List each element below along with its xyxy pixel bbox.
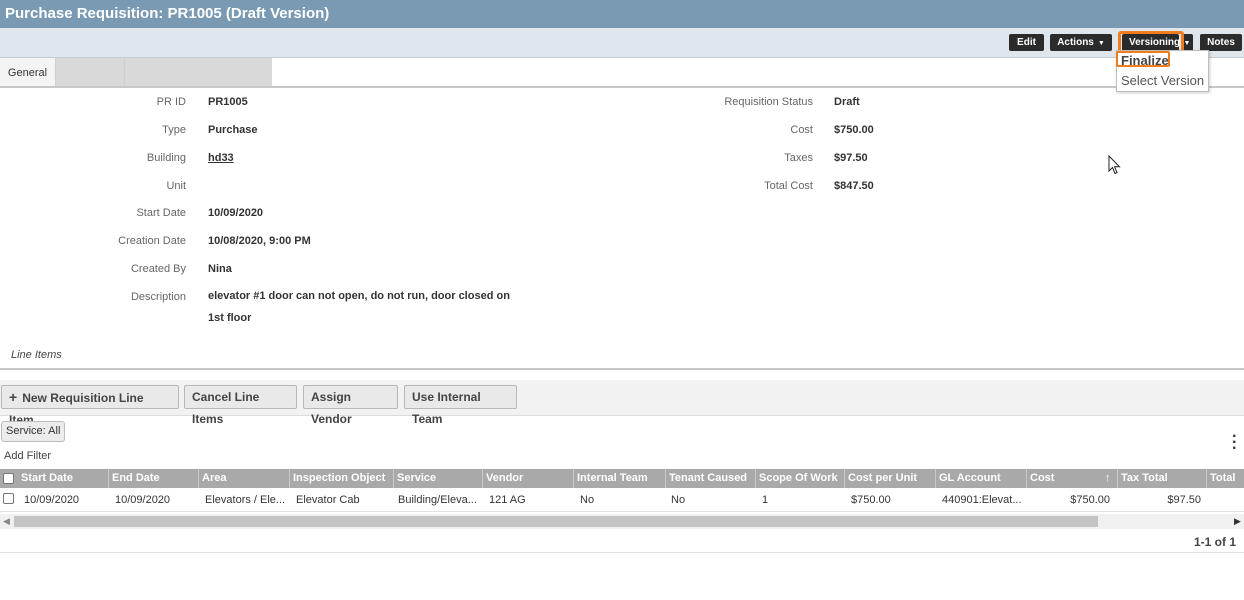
building-link[interactable]: hd33 (208, 152, 234, 164)
label-building: Building (146, 152, 186, 164)
value-start-date: 10/09/2020 (208, 207, 264, 219)
label-description: Description (130, 291, 186, 303)
value-created-by: Nina (208, 263, 232, 275)
label-requisition-status: Requisition Status (724, 96, 813, 108)
label-cost: Cost (790, 124, 813, 136)
table-row[interactable]: 10/09/2020 10/09/2020 Elevators / Ele...… (0, 488, 1244, 512)
value-description-line2: 1st floor (208, 312, 252, 324)
value-creation-date: 10/08/2020, 9:00 PM (208, 235, 311, 247)
scroll-left-icon[interactable]: ◀ (3, 514, 10, 529)
menu-item-select-version[interactable]: Select Version (1121, 73, 1204, 88)
label-created-by: Created By (130, 263, 186, 275)
caret-down-icon: ▼ (1183, 40, 1191, 47)
col-scope-of-work[interactable]: Scope Of Work (755, 469, 844, 488)
new-requisition-line-item-button[interactable]: + New Requisition Line Item (1, 385, 179, 427)
select-all-checkbox[interactable] (3, 473, 14, 484)
cell-gl-account: 440901:Elevat... (942, 494, 1022, 506)
col-tax-total[interactable]: Tax Total (1117, 469, 1206, 488)
notes-button[interactable]: Notes (1200, 34, 1242, 51)
col-start-date[interactable]: Start Date (18, 469, 108, 488)
cell-internal-team: No (580, 494, 595, 506)
line-items-button-bar: + New Requisition Line Item Cancel Line I… (0, 380, 1244, 427)
col-cost-per-unit[interactable]: Cost per Unit (844, 469, 935, 488)
value-cost: $750.00 (834, 124, 874, 136)
row-checkbox[interactable] (3, 493, 14, 504)
tab-2[interactable] (56, 58, 124, 86)
col-service[interactable]: Service (393, 469, 482, 488)
col-internal-team[interactable]: Internal Team (573, 469, 665, 488)
col-inspection-object[interactable]: Inspection Object (289, 469, 393, 488)
tab-3[interactable] (124, 58, 272, 86)
cancel-line-items-button[interactable]: Cancel Line Items (184, 385, 297, 426)
add-filter-link[interactable]: Add Filter (4, 450, 51, 462)
cell-service: Building/Eleva... (398, 494, 477, 506)
tab-general[interactable]: General (0, 58, 56, 86)
cell-tenant-caused: No (671, 494, 686, 506)
col-total[interactable]: Total (1206, 469, 1244, 488)
horizontal-scrollbar[interactable]: ◀ ▶ (0, 514, 1244, 529)
section-divider (0, 368, 1244, 370)
label-creation-date: Creation Date (118, 235, 186, 247)
edit-button[interactable]: Edit (1009, 34, 1044, 51)
cell-area: Elevators / Ele... (205, 494, 286, 506)
actions-button[interactable]: Actions ▼ (1050, 34, 1112, 51)
finalize-highlight (1116, 51, 1170, 67)
col-area[interactable]: Area (198, 469, 289, 488)
label-taxes: Taxes (784, 152, 813, 164)
col-vendor[interactable]: Vendor (482, 469, 573, 488)
caret-down-icon: ▼ (1097, 40, 1105, 47)
label-start-date: Start Date (136, 207, 186, 219)
value-total-cost: $847.50 (834, 180, 874, 192)
scrollbar-thumb[interactable] (14, 516, 1098, 527)
label-type: Type (162, 124, 186, 136)
col-gl-account[interactable]: GL Account (935, 469, 1026, 488)
cell-vendor: 121 AG (489, 494, 526, 506)
page-title: Purchase Requisition: PR1005 (Draft Vers… (0, 0, 1244, 28)
grid-header: Start Date End Date Area Inspection Obje… (0, 469, 1244, 488)
col-cost[interactable]: Cost (1026, 469, 1105, 488)
cell-total (1206, 488, 1240, 512)
assign-vendor-button[interactable]: Assign Vendor (303, 385, 398, 426)
plus-icon: + (9, 389, 18, 405)
value-requisition-status: Draft (834, 96, 860, 108)
pager-count: 1-1 of 1 (1193, 535, 1236, 549)
tab-bar: General (0, 58, 1244, 88)
value-description-line1: elevator #1 door can not open, do not ru… (208, 290, 510, 302)
cell-end-date: 10/09/2020 (115, 494, 171, 506)
mouse-cursor-icon (1108, 155, 1121, 175)
sort-asc-icon[interactable]: ↑ (1105, 469, 1117, 488)
value-taxes: $97.50 (834, 152, 868, 164)
cell-cost-per-unit: $750.00 (851, 494, 891, 506)
cell-inspection-object: Elevator Cab (296, 494, 360, 506)
cell-cost: $750.00 (1070, 494, 1110, 506)
value-type: Purchase (208, 124, 258, 136)
service-filter-chip[interactable]: Service: All (1, 421, 66, 442)
label-unit: Unit (166, 180, 186, 192)
scroll-right-icon[interactable]: ▶ (1234, 514, 1241, 529)
label-pr-id: PR ID (156, 96, 186, 108)
col-end-date[interactable]: End Date (108, 469, 198, 488)
pager: 1-1 of 1 (0, 531, 1244, 553)
toolbar: Edit Actions ▼ Versioning ▼ Notes (0, 28, 1244, 58)
kebab-menu-icon[interactable]: · · · (1232, 429, 1237, 457)
cell-start-date: 10/09/2020 (24, 494, 80, 506)
line-items-title: Line Items (11, 349, 62, 361)
value-pr-id: PR1005 (208, 96, 248, 108)
col-tenant-caused[interactable]: Tenant Caused (665, 469, 755, 488)
cell-scope-of-work: 1 (762, 494, 769, 506)
actions-label: Actions (1057, 37, 1094, 48)
label-total-cost: Total Cost (764, 180, 813, 192)
use-internal-team-button[interactable]: Use Internal Team (404, 385, 517, 426)
cell-tax-total: $97.50 (1167, 494, 1201, 506)
